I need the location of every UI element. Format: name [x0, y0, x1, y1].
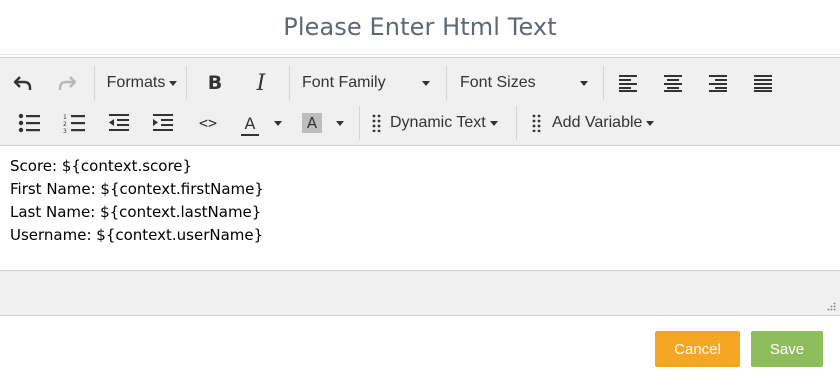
- redo-button[interactable]: [52, 67, 82, 99]
- dialog-header: Please Enter Html Text: [0, 0, 840, 55]
- chevron-down-icon: [580, 81, 588, 86]
- content-line: First Name: ${context.firstName}: [10, 180, 264, 198]
- add-variable-label: Add Variable: [552, 114, 643, 131]
- outdent-icon: [109, 114, 129, 131]
- dialog-footer: Cancel Save: [0, 318, 840, 377]
- drag-handle-icon: [532, 114, 541, 132]
- svg-text:3: 3: [63, 128, 67, 133]
- svg-text:2: 2: [63, 121, 67, 128]
- chevron-down-icon: [336, 120, 344, 126]
- indent-icon: [153, 114, 173, 131]
- bold-button[interactable]: B: [200, 67, 230, 99]
- align-left-button[interactable]: [614, 67, 642, 99]
- background-color-icon: A: [302, 113, 322, 133]
- undo-icon: [13, 76, 32, 90]
- background-color-button[interactable]: A: [296, 107, 352, 139]
- source-code-button[interactable]: <>: [193, 107, 223, 139]
- formats-label: Formats: [106, 74, 166, 91]
- align-center-button[interactable]: [659, 67, 687, 99]
- chevron-down-icon: [422, 81, 430, 86]
- content-line: Username: ${context.userName}: [10, 226, 264, 244]
- redo-icon: [58, 76, 77, 90]
- align-justify-icon: [754, 75, 772, 92]
- bullet-list-button[interactable]: [14, 107, 44, 139]
- editor-statusbar: [0, 270, 840, 315]
- rich-text-editor: Formats B I Font Family Font Sizes 1 2 3…: [0, 57, 840, 316]
- numbered-list-button[interactable]: 1 2 3: [59, 107, 89, 139]
- bold-icon: B: [207, 72, 223, 94]
- chevron-down-icon: [646, 120, 655, 126]
- chevron-down-icon: [169, 80, 178, 86]
- save-button[interactable]: Save: [751, 331, 823, 367]
- numbered-list-icon: 1 2 3: [63, 114, 85, 133]
- align-right-icon: [709, 75, 727, 92]
- dynamic-text-dropdown[interactable]: Dynamic Text: [372, 107, 502, 139]
- chevron-down-icon: [274, 120, 282, 126]
- text-color-icon: A: [240, 114, 260, 136]
- indent-button[interactable]: [148, 107, 178, 139]
- toolbar-row-1: Formats B I Font Family Font Sizes: [0, 63, 840, 103]
- html-text-dialog: Please Enter Html Text Formats B I Font …: [0, 0, 840, 377]
- font-sizes-select[interactable]: Font Sizes: [460, 67, 592, 99]
- editor-content-area[interactable]: Score: ${context.score} First Name: ${co…: [0, 146, 840, 270]
- toolbar-row-2: 1 2 3 <> A A Dynamic Text Add Variable: [0, 103, 840, 143]
- dynamic-text-label: Dynamic Text: [390, 114, 486, 131]
- bullet-list-icon: [18, 113, 40, 133]
- content-line: Score: ${context.score}: [10, 157, 193, 175]
- svg-text:1: 1: [63, 114, 67, 121]
- font-sizes-label: Font Sizes: [460, 74, 536, 91]
- align-justify-button[interactable]: [749, 67, 777, 99]
- align-right-button[interactable]: [704, 67, 732, 99]
- undo-button[interactable]: [8, 67, 38, 99]
- italic-button[interactable]: I: [246, 67, 276, 99]
- dialog-title: Please Enter Html Text: [283, 13, 557, 41]
- code-icon: <>: [198, 114, 218, 132]
- drag-handle-icon: [372, 114, 381, 132]
- add-variable-dropdown[interactable]: Add Variable: [532, 107, 657, 139]
- resize-handle-icon[interactable]: [826, 302, 836, 312]
- cancel-button[interactable]: Cancel: [655, 331, 740, 367]
- formats-dropdown[interactable]: Formats: [103, 67, 181, 99]
- font-family-select[interactable]: Font Family: [302, 67, 434, 99]
- italic-icon: I: [256, 70, 266, 96]
- outdent-button[interactable]: [104, 107, 134, 139]
- text-color-button[interactable]: A: [236, 107, 288, 139]
- align-center-icon: [664, 75, 682, 92]
- align-left-icon: [619, 75, 637, 92]
- chevron-down-icon: [489, 120, 498, 126]
- editor-toolbar: Formats B I Font Family Font Sizes 1 2 3…: [0, 58, 840, 146]
- content-line: Last Name: ${context.lastName}: [10, 203, 262, 221]
- font-family-label: Font Family: [302, 74, 386, 91]
